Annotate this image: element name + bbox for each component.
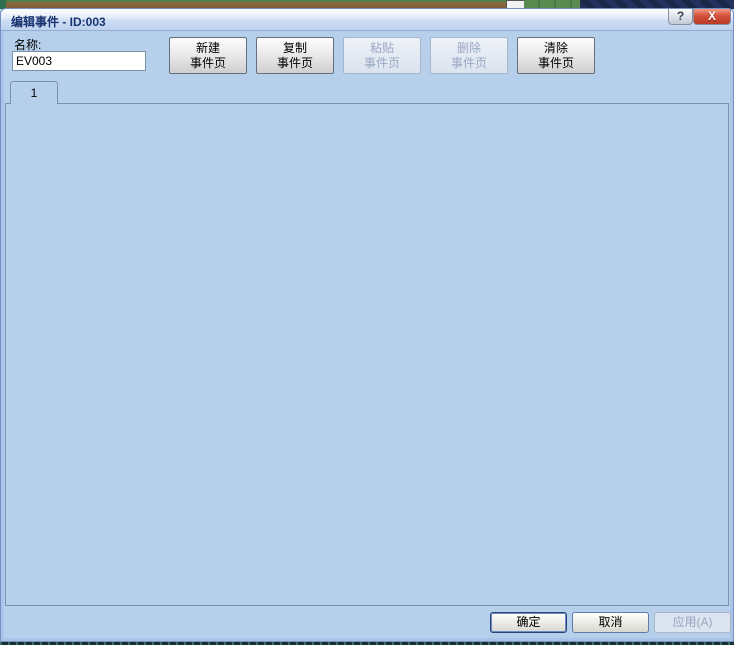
button-label: 事件页	[276, 55, 313, 70]
button-label: 事件页	[450, 55, 487, 70]
button-label: 事件页	[363, 55, 400, 70]
ok-button[interactable]: 确定	[490, 612, 567, 633]
button-label: 事件页	[189, 55, 226, 70]
copy-event-page-button[interactable]: 复制 事件页	[256, 37, 334, 74]
window-title: 编辑事件 - ID:003	[11, 15, 106, 29]
apply-button: 应用(A)	[654, 612, 731, 633]
help-button[interactable]: ?	[668, 9, 693, 25]
delete-event-page-button: 删除 事件页	[430, 37, 508, 74]
close-icon: X	[707, 9, 716, 23]
title-bar[interactable]: 编辑事件 - ID:003	[1, 9, 733, 31]
button-label: 事件页	[537, 55, 574, 70]
button-label: 复制	[282, 40, 307, 55]
help-icon: ?	[676, 9, 685, 23]
event-name-input[interactable]: EV003	[12, 51, 146, 71]
cancel-button[interactable]: 取消	[572, 612, 649, 633]
event-name-value: EV003	[16, 54, 53, 68]
new-event-page-button[interactable]: 新建 事件页	[169, 37, 247, 74]
tab-page-1[interactable]: 1	[10, 81, 58, 104]
button-label: 清除	[543, 40, 568, 55]
tab-page-body	[5, 103, 729, 606]
close-button[interactable]: X	[693, 9, 731, 25]
button-label: 删除	[456, 40, 481, 55]
clear-event-page-button[interactable]: 清除 事件页	[517, 37, 595, 74]
button-label: 粘贴	[369, 40, 394, 55]
paste-event-page-button: 粘贴 事件页	[343, 37, 421, 74]
button-label: 新建	[195, 40, 220, 55]
